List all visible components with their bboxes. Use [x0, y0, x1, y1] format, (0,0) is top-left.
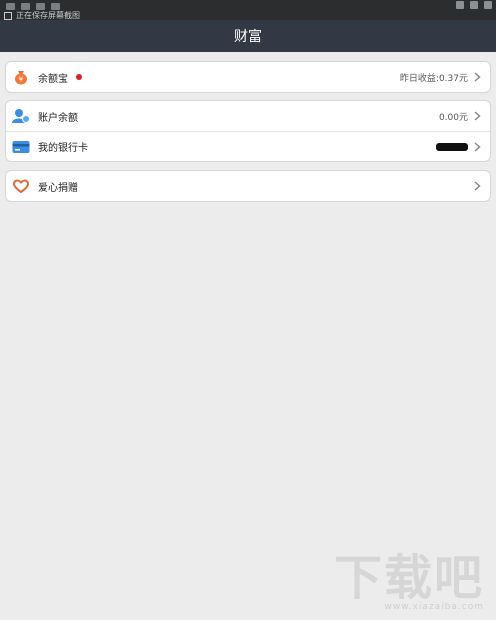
- bank-card-item[interactable]: 我的银行卡: [6, 131, 490, 161]
- yuebao-yesterday-earnings: 昨日收益:0.37元: [399, 73, 468, 84]
- signal-icon: [470, 1, 478, 9]
- page-title: 财富: [234, 29, 262, 45]
- status-icon: [36, 2, 45, 10]
- account-balance-value: 0.00元: [438, 112, 468, 123]
- money-bag-icon: ¥: [12, 68, 30, 86]
- svg-text:¥: ¥: [19, 76, 24, 84]
- status-icon: [21, 2, 30, 10]
- yuebao-group: ¥ 余额宝 昨日收益:0.37元: [5, 61, 491, 93]
- yuebao-item[interactable]: ¥ 余额宝 昨日收益:0.37元: [6, 62, 490, 92]
- watermark: 下载吧 www.xiazaiba.com: [334, 554, 484, 612]
- chevron-right-icon: [474, 181, 482, 191]
- battery-icon: [484, 1, 492, 9]
- account-group: 账户余额 0.00元 我的银行卡: [5, 100, 491, 162]
- redacted-card-number: [436, 142, 468, 151]
- account-balance-label: 账户余额: [38, 112, 78, 124]
- heart-icon: [12, 177, 30, 195]
- chevron-right-icon: [474, 141, 482, 152]
- status-icon: [51, 2, 60, 10]
- status-icon: [6, 2, 15, 10]
- status-icons-right: [456, 1, 492, 9]
- bank-card-icon: [12, 138, 30, 156]
- bank-card-label: 我的银行卡: [38, 143, 88, 154]
- donation-group: 爱心捐赠: [5, 170, 491, 202]
- donation-label: 爱心捐赠: [38, 182, 78, 194]
- watermark-logo: 下载吧: [333, 550, 484, 606]
- new-badge-dot: [76, 74, 82, 80]
- notification-checkbox-icon: [4, 11, 12, 20]
- wifi-icon: [456, 1, 464, 9]
- status-bar: 正在保存屏幕截图: [0, 0, 496, 20]
- nav-bar: 财富: [0, 20, 496, 52]
- chevron-right-icon: [474, 72, 482, 82]
- yuebao-label: 余额宝: [38, 73, 68, 85]
- chevron-right-icon: [474, 111, 482, 121]
- user-balance-icon: [12, 107, 30, 125]
- account-balance-item[interactable]: 账户余额 0.00元: [6, 101, 490, 131]
- donation-item[interactable]: 爱心捐赠: [6, 171, 490, 201]
